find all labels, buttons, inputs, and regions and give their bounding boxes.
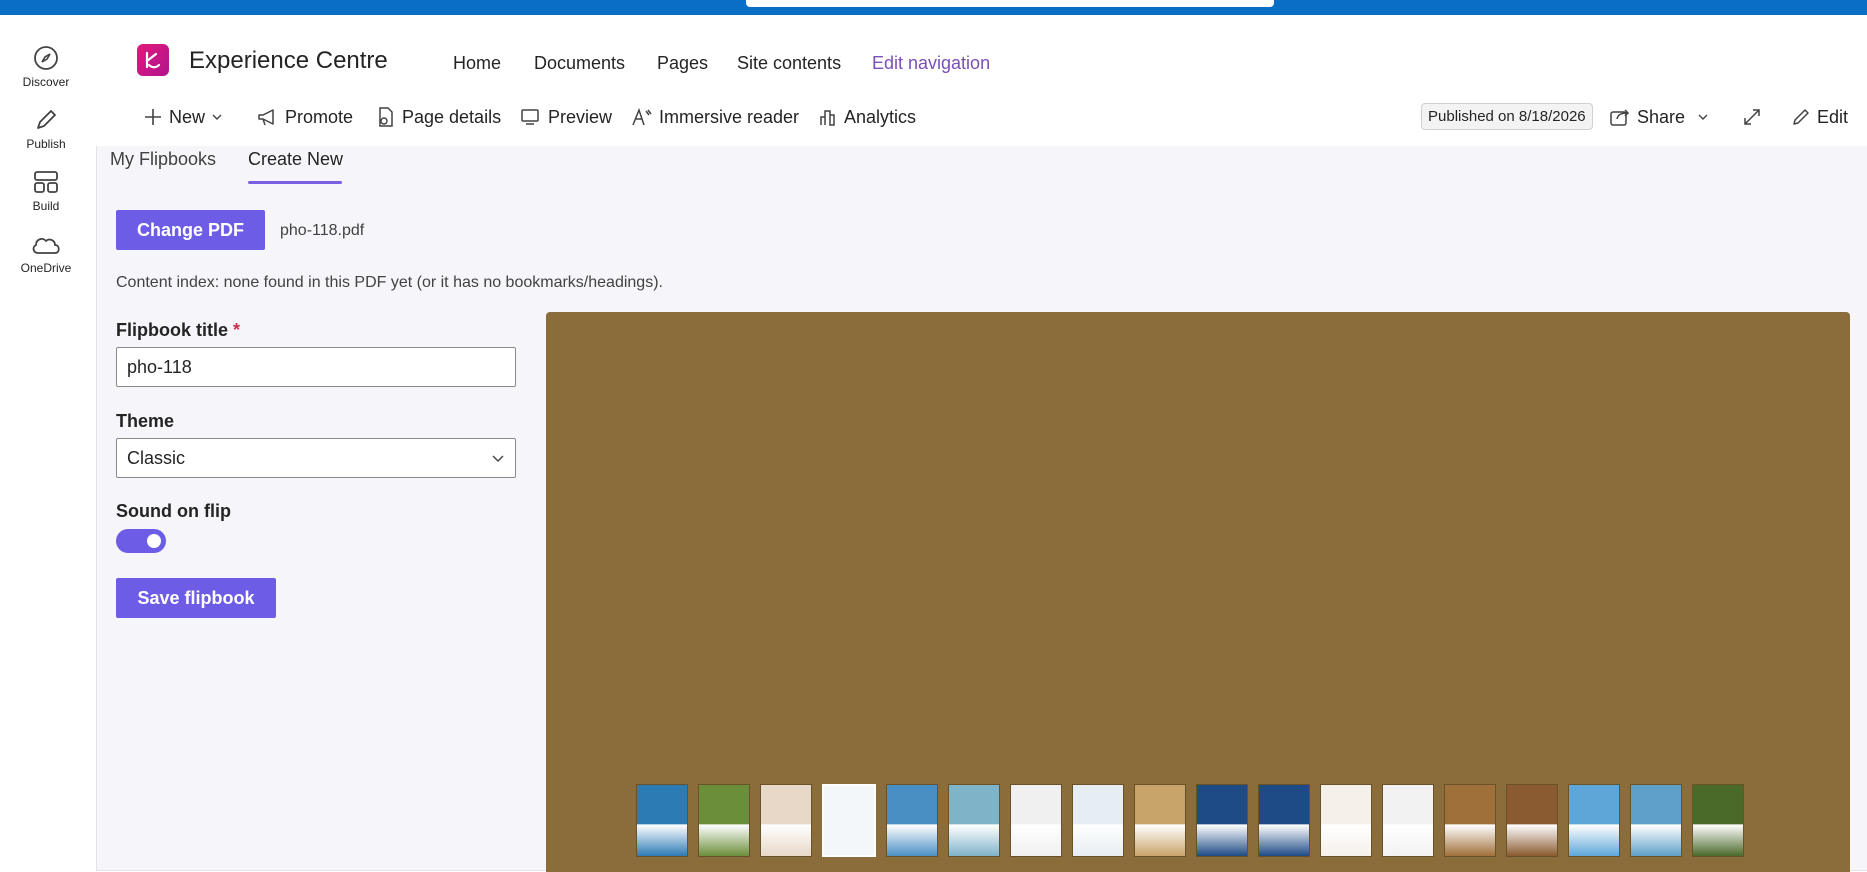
site-logo-glyph-icon (145, 51, 161, 69)
toggle-knob (147, 534, 161, 548)
rail-item-onedrive[interactable]: OneDrive (0, 233, 92, 275)
immersive-reader-label: Immersive reader (659, 106, 800, 127)
nav-pages[interactable]: Pages (657, 53, 708, 74)
published-status-badge: Published on 8/18/2026 (1421, 103, 1593, 130)
active-tab-indicator (248, 181, 342, 184)
rail-label-discover: Discover (22, 75, 70, 89)
content-index-note: Content index: none found in this PDF ye… (116, 274, 663, 291)
page-thumbnail[interactable] (1630, 784, 1682, 857)
page-thumbnail[interactable] (698, 784, 750, 857)
page-thumbnail[interactable] (1444, 784, 1496, 857)
plus-icon (145, 109, 161, 125)
edit-button[interactable]: Edit (1791, 106, 1848, 128)
page-thumbnail[interactable] (1320, 784, 1372, 857)
site-title[interactable]: Experience Centre (189, 47, 388, 75)
page-thumbnail[interactable] (886, 784, 938, 857)
promote-label: Promote (285, 106, 354, 127)
share-button[interactable]: Share (1609, 106, 1709, 128)
preview-icon (521, 109, 539, 125)
share-icon (1610, 109, 1630, 126)
sound-on-flip-label: Sound on flip (116, 501, 231, 521)
nav-edit-navigation[interactable]: Edit navigation (872, 53, 990, 74)
theme-chevron-down-icon (492, 455, 504, 462)
page-thumbnail[interactable] (1692, 784, 1744, 857)
nav-home[interactable]: Home (453, 53, 501, 74)
theme-selected-value: Classic (127, 448, 186, 468)
tab-my-flipbooks[interactable]: My Flipbooks (110, 149, 216, 170)
rail-item-discover[interactable]: Discover (0, 45, 92, 89)
rail-item-build[interactable]: Build (0, 169, 92, 213)
pen-icon (37, 110, 56, 129)
megaphone-icon (258, 109, 274, 126)
page-thumbnail[interactable] (1134, 784, 1186, 857)
rail-label-onedrive: OneDrive (20, 261, 72, 275)
page-thumbnail[interactable] (636, 784, 688, 857)
theme-label: Theme (116, 411, 175, 431)
page-settings-icon (379, 107, 393, 127)
theme-select[interactable]: Classic (116, 438, 516, 478)
expand-button[interactable] (1742, 106, 1762, 128)
page-thumbnail[interactable] (1258, 784, 1310, 857)
rail-label-publish: Publish (26, 137, 66, 151)
bar-chart-icon (820, 110, 835, 126)
cloud-icon (32, 238, 60, 254)
preview-button[interactable]: Preview (520, 106, 612, 128)
new-button[interactable]: New (143, 106, 223, 128)
pdf-filename: pho-118.pdf (280, 222, 365, 239)
page-thumbnail[interactable] (760, 784, 812, 857)
promote-button[interactable]: Promote (257, 106, 353, 128)
app-rail: Discover Publish Build OneDrive (0, 15, 92, 862)
page-thumbnail-strip (636, 784, 1744, 859)
nav-documents[interactable]: Documents (534, 53, 625, 74)
edit-label: Edit (1817, 106, 1849, 127)
layout-icon (34, 171, 58, 193)
share-label: Share (1637, 106, 1686, 127)
rail-label-build: Build (32, 199, 60, 213)
page-thumbnail[interactable] (1382, 784, 1434, 857)
required-marker: * (233, 320, 241, 340)
flipbook-title-input[interactable]: pho-118 (116, 347, 516, 387)
flipbook-title-label-text: Flipbook title (116, 320, 228, 340)
new-label: New (169, 106, 206, 127)
page-thumbnail[interactable] (822, 784, 876, 857)
page-details-label: Page details (402, 106, 502, 127)
change-pdf-button[interactable]: Change PDF (116, 210, 265, 250)
save-flipbook-button[interactable]: Save flipbook (116, 578, 276, 618)
sound-on-flip-toggle[interactable] (116, 529, 166, 553)
page-thumbnail[interactable] (1196, 784, 1248, 857)
pencil-icon (1793, 109, 1809, 125)
immersive-reader-button[interactable]: Immersive reader (631, 106, 799, 128)
tab-create-new[interactable]: Create New (248, 149, 343, 170)
site-logo[interactable] (137, 44, 169, 76)
rail-item-publish[interactable]: Publish (0, 107, 92, 151)
page-thumbnail[interactable] (948, 784, 1000, 857)
share-chevron-down-icon (1698, 114, 1708, 120)
page-details-button[interactable]: Page details (376, 106, 501, 128)
chevron-down-icon (212, 114, 222, 120)
compass-icon (34, 46, 58, 70)
flipbook-title-label: Flipbook title * (116, 320, 240, 341)
analytics-label: Analytics (844, 106, 917, 127)
page-thumbnail[interactable] (1568, 784, 1620, 857)
expand-icon (1744, 109, 1760, 125)
page-thumbnail[interactable] (1010, 784, 1062, 857)
browser-top-bar (0, 0, 1867, 15)
preview-label: Preview (548, 106, 613, 127)
page-thumbnail[interactable] (1506, 784, 1558, 857)
immersive-reader-icon (632, 107, 652, 126)
page-thumbnail[interactable] (1072, 784, 1124, 857)
analytics-button[interactable]: Analytics (818, 106, 916, 128)
nav-site-contents[interactable]: Site contents (737, 53, 841, 74)
search-box[interactable] (746, 0, 1274, 7)
